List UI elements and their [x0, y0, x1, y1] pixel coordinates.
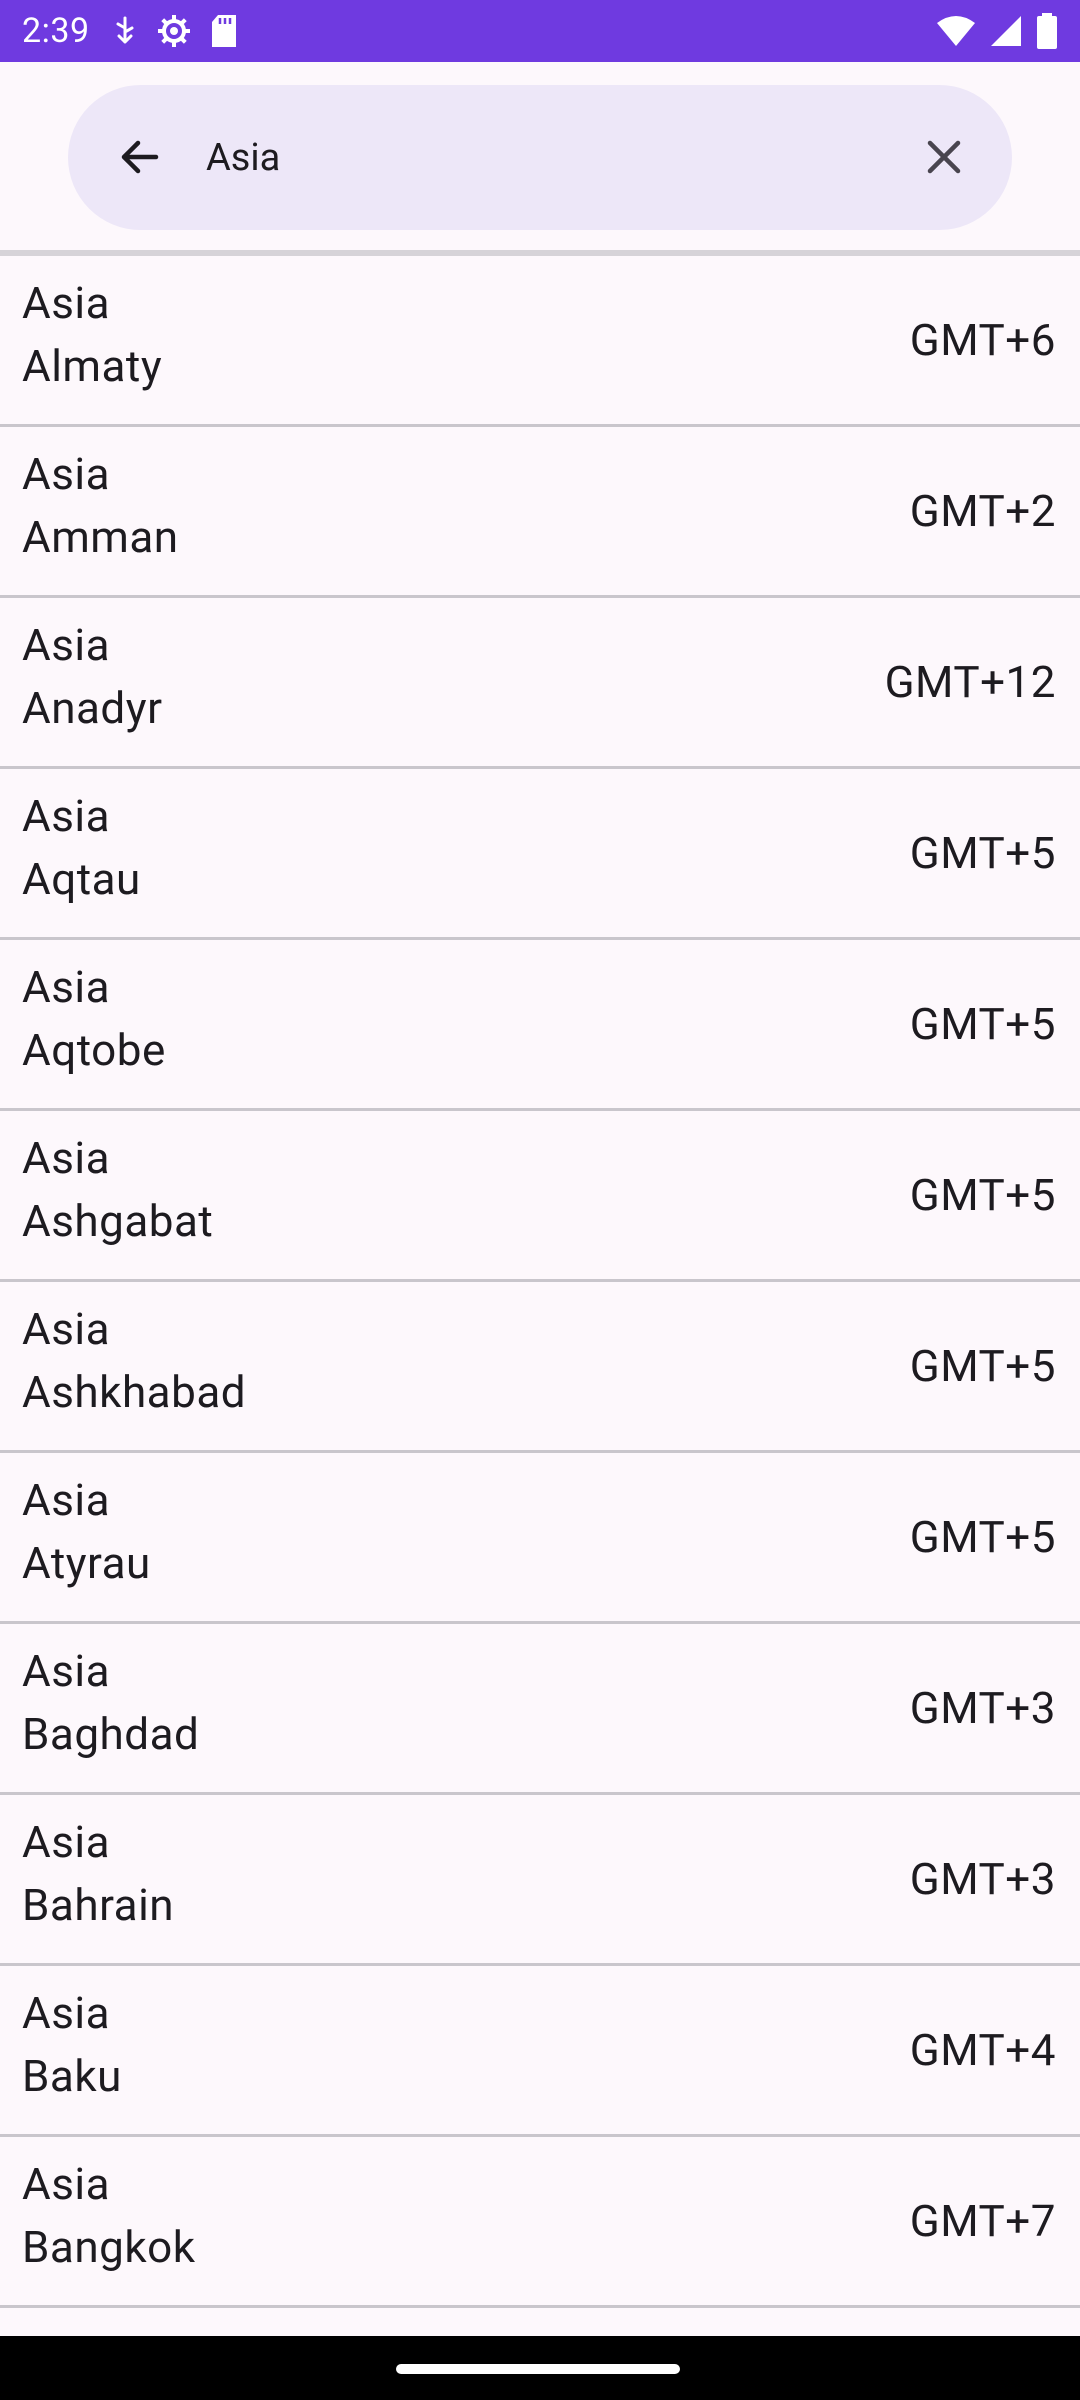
timezone-offset: GMT+5: [909, 1511, 1056, 1563]
search-bar: [68, 85, 1012, 230]
timezone-row[interactable]: Asia Amman GMT+2: [0, 427, 1080, 598]
timezone-region: Asia: [22, 448, 111, 500]
clear-search-button[interactable]: [914, 127, 974, 187]
timezone-row[interactable]: Asia Ashkhabad GMT+5: [0, 1282, 1080, 1453]
timezone-offset: GMT+4: [909, 2024, 1056, 2076]
timezone-offset: GMT+3: [909, 1682, 1056, 1734]
arrow-left-icon: [121, 140, 159, 174]
timezone-city: Ashkhabad: [22, 1366, 247, 1418]
status-bar: 2:39: [0, 0, 1080, 62]
timezone-offset: GMT+3: [909, 1853, 1056, 1905]
timezone-offset: GMT+5: [909, 998, 1056, 1050]
wifi-icon: [936, 15, 976, 47]
settings-icon: [156, 13, 192, 49]
timezone-row[interactable]: Asia Baghdad GMT+3: [0, 1624, 1080, 1795]
timezone-city: Ashgabat: [22, 1195, 214, 1247]
status-icons-right: [936, 13, 1058, 49]
timezone-region: Asia: [22, 1474, 111, 1526]
timezone-list[interactable]: Asia Almaty GMT+6 Asia Amman GMT+2 Asia …: [0, 256, 1080, 2336]
timezone-region: Asia: [22, 1132, 111, 1184]
status-time: 2:39: [22, 11, 90, 51]
home-gesture-handle[interactable]: [396, 2364, 680, 2374]
signal-icon: [990, 15, 1022, 47]
timezone-city: Almaty: [22, 340, 163, 392]
timezone-row[interactable]: Asia Almaty GMT+6: [0, 256, 1080, 427]
timezone-region: Asia: [22, 961, 111, 1013]
search-input[interactable]: [206, 85, 806, 230]
timezone-region: Asia: [22, 1303, 111, 1355]
timezone-offset: GMT+2: [909, 485, 1056, 537]
usb-icon: [112, 16, 138, 46]
timezone-city: Atyrau: [22, 1537, 151, 1589]
timezone-region: Asia: [22, 1645, 111, 1697]
timezone-offset: GMT+5: [909, 827, 1056, 879]
timezone-offset: GMT+7: [909, 2195, 1056, 2247]
timezone-region: Asia: [22, 1987, 111, 2039]
timezone-row[interactable]: Asia Bangkok GMT+7: [0, 2137, 1080, 2308]
back-button[interactable]: [110, 127, 170, 187]
battery-icon: [1036, 13, 1058, 49]
close-icon: [927, 140, 961, 174]
timezone-row[interactable]: Asia Atyrau GMT+5: [0, 1453, 1080, 1624]
timezone-region: Asia: [22, 619, 111, 671]
timezone-offset: GMT+5: [909, 1340, 1056, 1392]
timezone-row[interactable]: Asia Aqtau GMT+5: [0, 769, 1080, 940]
timezone-region: Asia: [22, 2158, 111, 2210]
timezone-region: Asia: [22, 277, 111, 329]
timezone-region: Asia: [22, 790, 111, 842]
sd-card-icon: [210, 14, 238, 48]
timezone-row[interactable]: Asia Bahrain GMT+3: [0, 1795, 1080, 1966]
timezone-city: Bangkok: [22, 2221, 196, 2273]
timezone-city: Baghdad: [22, 1708, 200, 1760]
timezone-city: Baku: [22, 2050, 122, 2102]
status-icons-left: [112, 13, 238, 49]
timezone-offset: GMT+5: [909, 1169, 1056, 1221]
timezone-city: Aqtau: [22, 853, 141, 905]
timezone-row[interactable]: Asia Anadyr GMT+12: [0, 598, 1080, 769]
timezone-offset: GMT+6: [909, 314, 1056, 366]
timezone-row[interactable]: Asia Baku GMT+4: [0, 1966, 1080, 2137]
timezone-city: Amman: [22, 511, 179, 563]
timezone-city: Aqtobe: [22, 1024, 166, 1076]
timezone-row[interactable]: Asia Aqtobe GMT+5: [0, 940, 1080, 1111]
timezone-row[interactable]: Asia Ashgabat GMT+5: [0, 1111, 1080, 1282]
timezone-region: Asia: [22, 1816, 111, 1868]
timezone-city: Bahrain: [22, 1879, 175, 1931]
timezone-offset: GMT+12: [884, 656, 1056, 708]
timezone-city: Anadyr: [22, 682, 163, 734]
